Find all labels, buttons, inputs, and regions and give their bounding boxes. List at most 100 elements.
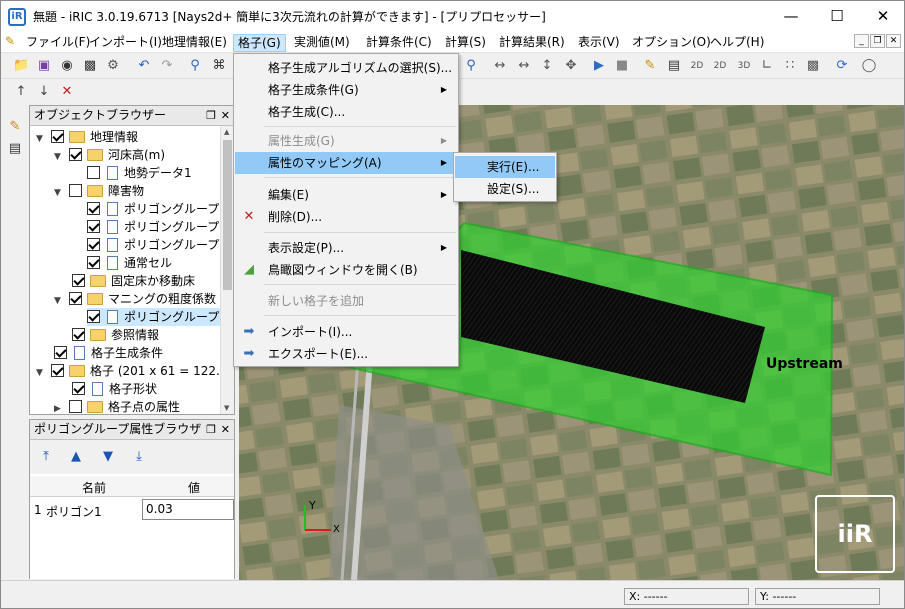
menu-calc[interactable]: 計算(S) [441, 34, 490, 52]
close-button[interactable]: ✕ [860, 1, 904, 32]
chevron-right-icon[interactable]: ▶ [54, 400, 64, 414]
menu-results[interactable]: 計算結果(R) [495, 34, 569, 52]
panel-close-icon[interactable]: ✕ [221, 106, 230, 125]
tree-item-reference[interactable]: 参照情報 [72, 326, 159, 344]
tree-item-grid-shape[interactable]: 格子形状 [72, 380, 157, 398]
graph-icon[interactable]: ∟ [759, 58, 775, 74]
mouse-icon[interactable]: ◯ [861, 58, 877, 74]
redo-icon[interactable]: ↷ [159, 58, 175, 74]
run-icon[interactable]: ▶ [591, 58, 607, 74]
checkbox[interactable] [69, 292, 82, 305]
menu-item-generate-grid[interactable]: 格子生成(C)... [235, 101, 457, 123]
move-top-icon[interactable]: ⤒ [38, 449, 54, 465]
property-tool-icon[interactable]: ▤ [7, 141, 23, 157]
move-down-icon[interactable]: ↓ [36, 84, 52, 100]
menu-item-algorithm[interactable]: 格子生成アルゴリズムの選択(S)... [235, 57, 457, 79]
chevron-down-icon[interactable]: ▼ [54, 292, 64, 310]
menu-item-birds-eye[interactable]: ◢ 鳥瞰図ウィンドウを開く(B) [235, 259, 457, 281]
refresh-icon[interactable]: ⟳ [834, 58, 850, 74]
checkbox[interactable] [72, 274, 85, 287]
menu-help[interactable]: ヘルプ(H) [706, 34, 768, 52]
move-up-icon[interactable]: ▲ [68, 449, 84, 465]
menu-import[interactable]: インポート(I) [85, 34, 166, 52]
checkbox[interactable] [87, 202, 100, 215]
menu-item-edit[interactable]: 編集(E) ▶ [235, 184, 457, 206]
delete-icon[interactable]: ✕ [59, 84, 75, 100]
pan-icon[interactable]: ↔ [516, 58, 532, 74]
table-row[interactable]: 1 ポリゴン1 0.03 [30, 498, 234, 522]
checkbox[interactable] [87, 310, 100, 323]
undo-icon[interactable]: ↶ [136, 58, 152, 74]
chevron-down-icon[interactable]: ▼ [54, 184, 64, 202]
panel-close-icon[interactable]: ✕ [221, 420, 230, 439]
menu-item-delete[interactable]: ✕ 削除(D)... [235, 206, 457, 228]
axis-icon[interactable]: ⌘ [211, 58, 227, 74]
object-browser-scrollbar[interactable]: ▲ ▼ [220, 126, 234, 414]
menu-measured[interactable]: 実測値(M) [290, 34, 354, 52]
scroll-down-icon[interactable]: ▼ [224, 404, 229, 412]
tree-item-polygon-group-2[interactable]: ポリゴングループ2 [87, 218, 220, 236]
pan-vertical-icon[interactable]: ↕ [539, 58, 555, 74]
menu-calc-condition[interactable]: 計算条件(C) [362, 34, 436, 52]
result-2d-icon[interactable]: 2D [689, 58, 705, 74]
tree-item-grid-condition[interactable]: 格子生成条件 [54, 344, 163, 362]
move-bottom-icon[interactable]: ⤓ [131, 449, 147, 465]
tree-item-grid[interactable]: ▼ 格子 (201 x 61 = 122... [36, 362, 220, 380]
pan-horizontal-icon[interactable]: ↔ [492, 58, 508, 74]
camera-icon[interactable]: ▩ [82, 58, 98, 74]
chevron-down-icon[interactable]: ▼ [54, 148, 64, 166]
menu-view[interactable]: 表示(V) [574, 34, 624, 52]
minimize-button[interactable]: — [768, 1, 814, 32]
snapshot-icon[interactable]: ◉ [59, 58, 75, 74]
checkbox[interactable] [51, 130, 64, 143]
move-up-icon[interactable]: ↑ [13, 84, 29, 100]
menu-grid[interactable]: 格子(G) [233, 34, 286, 52]
checkbox[interactable] [87, 220, 100, 233]
fit-icon[interactable]: ✥ [563, 58, 579, 74]
result-2d-alt-icon[interactable]: 2D [712, 58, 728, 74]
checkbox[interactable] [87, 238, 100, 251]
chart-icon[interactable]: ▩ [805, 58, 821, 74]
tree-item-fixed-or-movable-bed[interactable]: 固定床か移動床 [72, 272, 195, 290]
zoom-out-icon[interactable]: ⚲ [463, 58, 479, 74]
tree-item-terrain-data[interactable]: 地勢データ1 [87, 164, 192, 182]
chevron-down-icon[interactable]: ▼ [36, 130, 46, 148]
tree-item-bed-elevation[interactable]: ▼ 河床高(m) [54, 146, 165, 164]
submenu-item-settings[interactable]: 設定(S)... [455, 178, 555, 200]
tree-item-polygon-group-1[interactable]: ポリゴングループ1 [87, 236, 220, 254]
console-icon[interactable]: ▤ [666, 58, 682, 74]
scroll-thumb[interactable] [223, 140, 232, 290]
scroll-up-icon[interactable]: ▲ [224, 128, 229, 136]
open-folder-icon[interactable]: 📁 [13, 58, 29, 74]
menu-item-display-settings[interactable]: 表示設定(P)... ▶ [235, 237, 457, 259]
checkbox[interactable] [51, 364, 64, 377]
menu-geodata[interactable]: 地理情報(E) [158, 34, 231, 52]
tree-item-geodata[interactable]: ▼ 地理情報 [36, 128, 138, 146]
save-icon[interactable]: ▣ [36, 58, 52, 74]
mdi-restore-button[interactable]: ❐ [870, 34, 885, 48]
stop-icon[interactable]: ■ [614, 58, 630, 74]
menu-item-grid-condition[interactable]: 格子生成条件(G) ▶ [235, 79, 457, 101]
checkbox[interactable] [54, 346, 67, 359]
edit-tool-icon[interactable]: ✎ [7, 119, 23, 135]
scatter-icon[interactable]: ∷ [782, 58, 798, 74]
checkbox[interactable] [87, 166, 100, 179]
result-3d-icon[interactable]: 3D [736, 58, 752, 74]
menu-item-export[interactable]: ➡ エクスポート(E)... [235, 343, 457, 365]
zoom-icon[interactable]: ⚲ [187, 58, 203, 74]
tree-item-manning-polygon-group-1[interactable]: ポリゴングループ1 [87, 308, 220, 326]
chevron-down-icon[interactable]: ▼ [36, 364, 46, 382]
checkbox[interactable] [69, 148, 82, 161]
menu-options[interactable]: オプション(O) [628, 34, 715, 52]
menu-item-import[interactable]: ➡ インポート(I)... [235, 321, 457, 343]
menu-item-attribute-mapping[interactable]: 属性のマッピング(A) ▶ [235, 152, 457, 174]
tree-item-normal-cell[interactable]: 通常セル [87, 254, 172, 272]
row-value-input[interactable]: 0.03 [142, 499, 234, 520]
submenu-item-execute[interactable]: 実行(E)... [455, 156, 555, 178]
tree-item-grid-node-attr[interactable]: ▶ 格子点の属性 [54, 398, 180, 414]
checkbox[interactable] [69, 184, 82, 197]
mdi-close-button[interactable]: ✕ [886, 34, 901, 48]
tree-item-polygon-group-3[interactable]: ポリゴングループ3 [87, 200, 220, 218]
float-icon[interactable]: ❐ [206, 106, 216, 125]
move-down-icon[interactable]: ▼ [100, 449, 116, 465]
